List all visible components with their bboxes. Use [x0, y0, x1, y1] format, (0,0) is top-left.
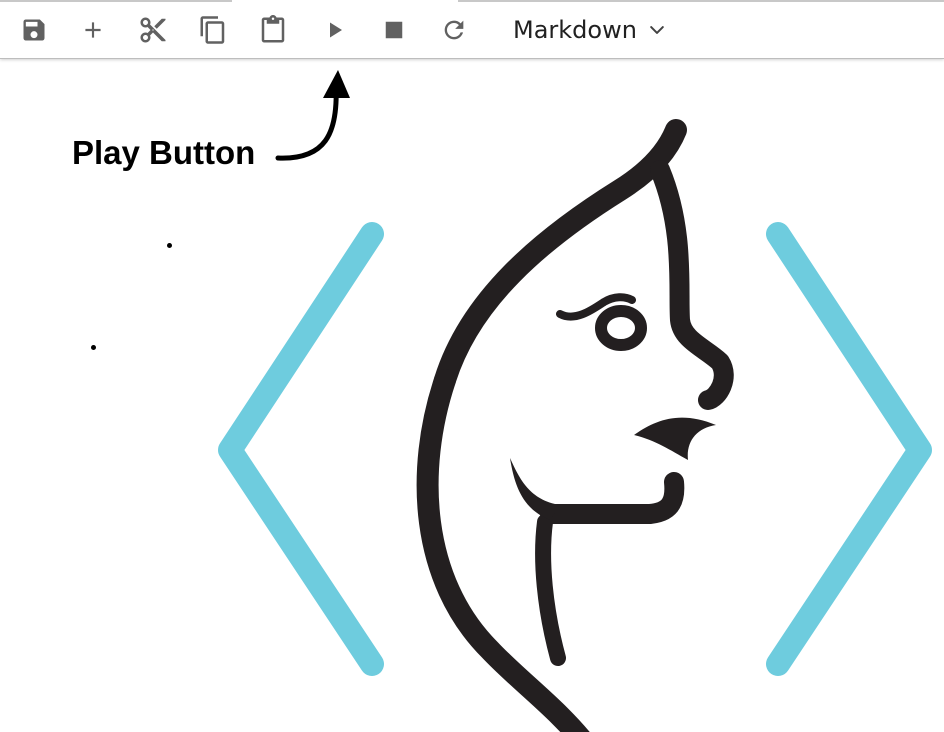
insert-cell-button[interactable]	[73, 8, 113, 52]
interrupt-button[interactable]	[374, 8, 414, 52]
left-bracket	[218, 222, 384, 676]
clipboard-icon	[261, 15, 285, 43]
run-button[interactable]	[315, 8, 355, 52]
plus-icon	[85, 22, 101, 38]
save-icon	[23, 19, 45, 41]
stray-dot	[167, 243, 172, 248]
cut-button[interactable]	[133, 8, 173, 52]
cell-type-label: Markdown	[513, 16, 637, 44]
refresh-icon	[444, 20, 464, 40]
notebook-toolbar: Markdown	[0, 0, 944, 59]
logo-graphic	[218, 119, 932, 732]
play-icon	[330, 22, 342, 38]
save-button[interactable]	[14, 8, 54, 52]
copy-button[interactable]	[193, 8, 233, 52]
mouth	[634, 417, 716, 460]
right-bracket	[766, 222, 932, 676]
jaw-shape	[510, 458, 560, 520]
stop-icon	[385, 21, 403, 39]
toolbar-top-border-left	[0, 0, 232, 2]
scissors-icon	[140, 17, 166, 43]
eye	[595, 305, 647, 351]
chevron-down-icon	[650, 26, 664, 34]
stray-dot	[91, 345, 96, 350]
copy-icon	[200, 16, 225, 44]
cell-type-dropdown[interactable]: Markdown	[504, 10, 667, 50]
restart-button[interactable]	[434, 8, 474, 52]
toolbar-top-border-right	[458, 0, 944, 2]
paste-button[interactable]	[253, 8, 293, 52]
